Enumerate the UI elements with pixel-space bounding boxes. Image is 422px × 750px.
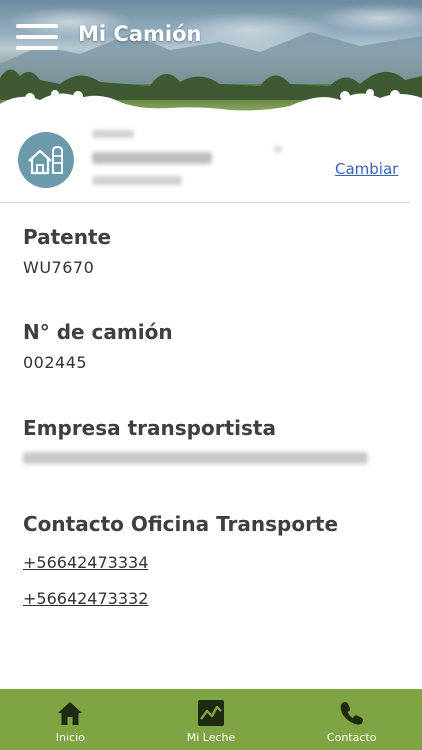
- phone-icon: [340, 702, 363, 725]
- patente-label: Patente: [23, 225, 112, 249]
- user-account-row: Cambiar: [0, 120, 410, 203]
- nav-contacto[interactable]: Contacto: [281, 689, 422, 750]
- bottom-navigation: Inicio Mi Leche Contacto: [0, 689, 422, 750]
- menu-button[interactable]: [16, 24, 58, 50]
- truck-number-value: 002445: [23, 353, 88, 372]
- change-account-link[interactable]: Cambiar: [335, 160, 398, 178]
- phone-link[interactable]: +56642473332: [23, 589, 148, 608]
- nav-mi-leche[interactable]: Mi Leche: [141, 689, 282, 750]
- house-silo-icon: [18, 132, 74, 188]
- chart-icon: [198, 700, 224, 726]
- home-icon: [58, 702, 83, 725]
- nav-contacto-label: Contacto: [326, 731, 377, 744]
- milk-splash-decoration: [0, 89, 422, 118]
- redacted-mark: [274, 146, 282, 152]
- nav-mi-leche-label: Mi Leche: [186, 731, 236, 744]
- patente-value: WU7670: [23, 258, 95, 277]
- company-label: Empresa transportista: [23, 416, 276, 440]
- nav-inicio[interactable]: Inicio: [0, 689, 141, 750]
- phone-link[interactable]: +56642473334: [23, 553, 148, 572]
- truck-number-label: N° de camión: [23, 320, 173, 344]
- page-title: Mi Camión: [78, 22, 202, 46]
- nav-inicio-label: Inicio: [55, 731, 85, 744]
- redacted-company-name: [23, 452, 368, 464]
- contact-office-label: Contacto Oficina Transporte: [23, 512, 339, 536]
- redacted-user-id: [92, 130, 134, 138]
- app-header: Mi Camión: [0, 0, 422, 118]
- redacted-user-detail: [92, 176, 182, 185]
- redacted-user-name: [92, 152, 212, 164]
